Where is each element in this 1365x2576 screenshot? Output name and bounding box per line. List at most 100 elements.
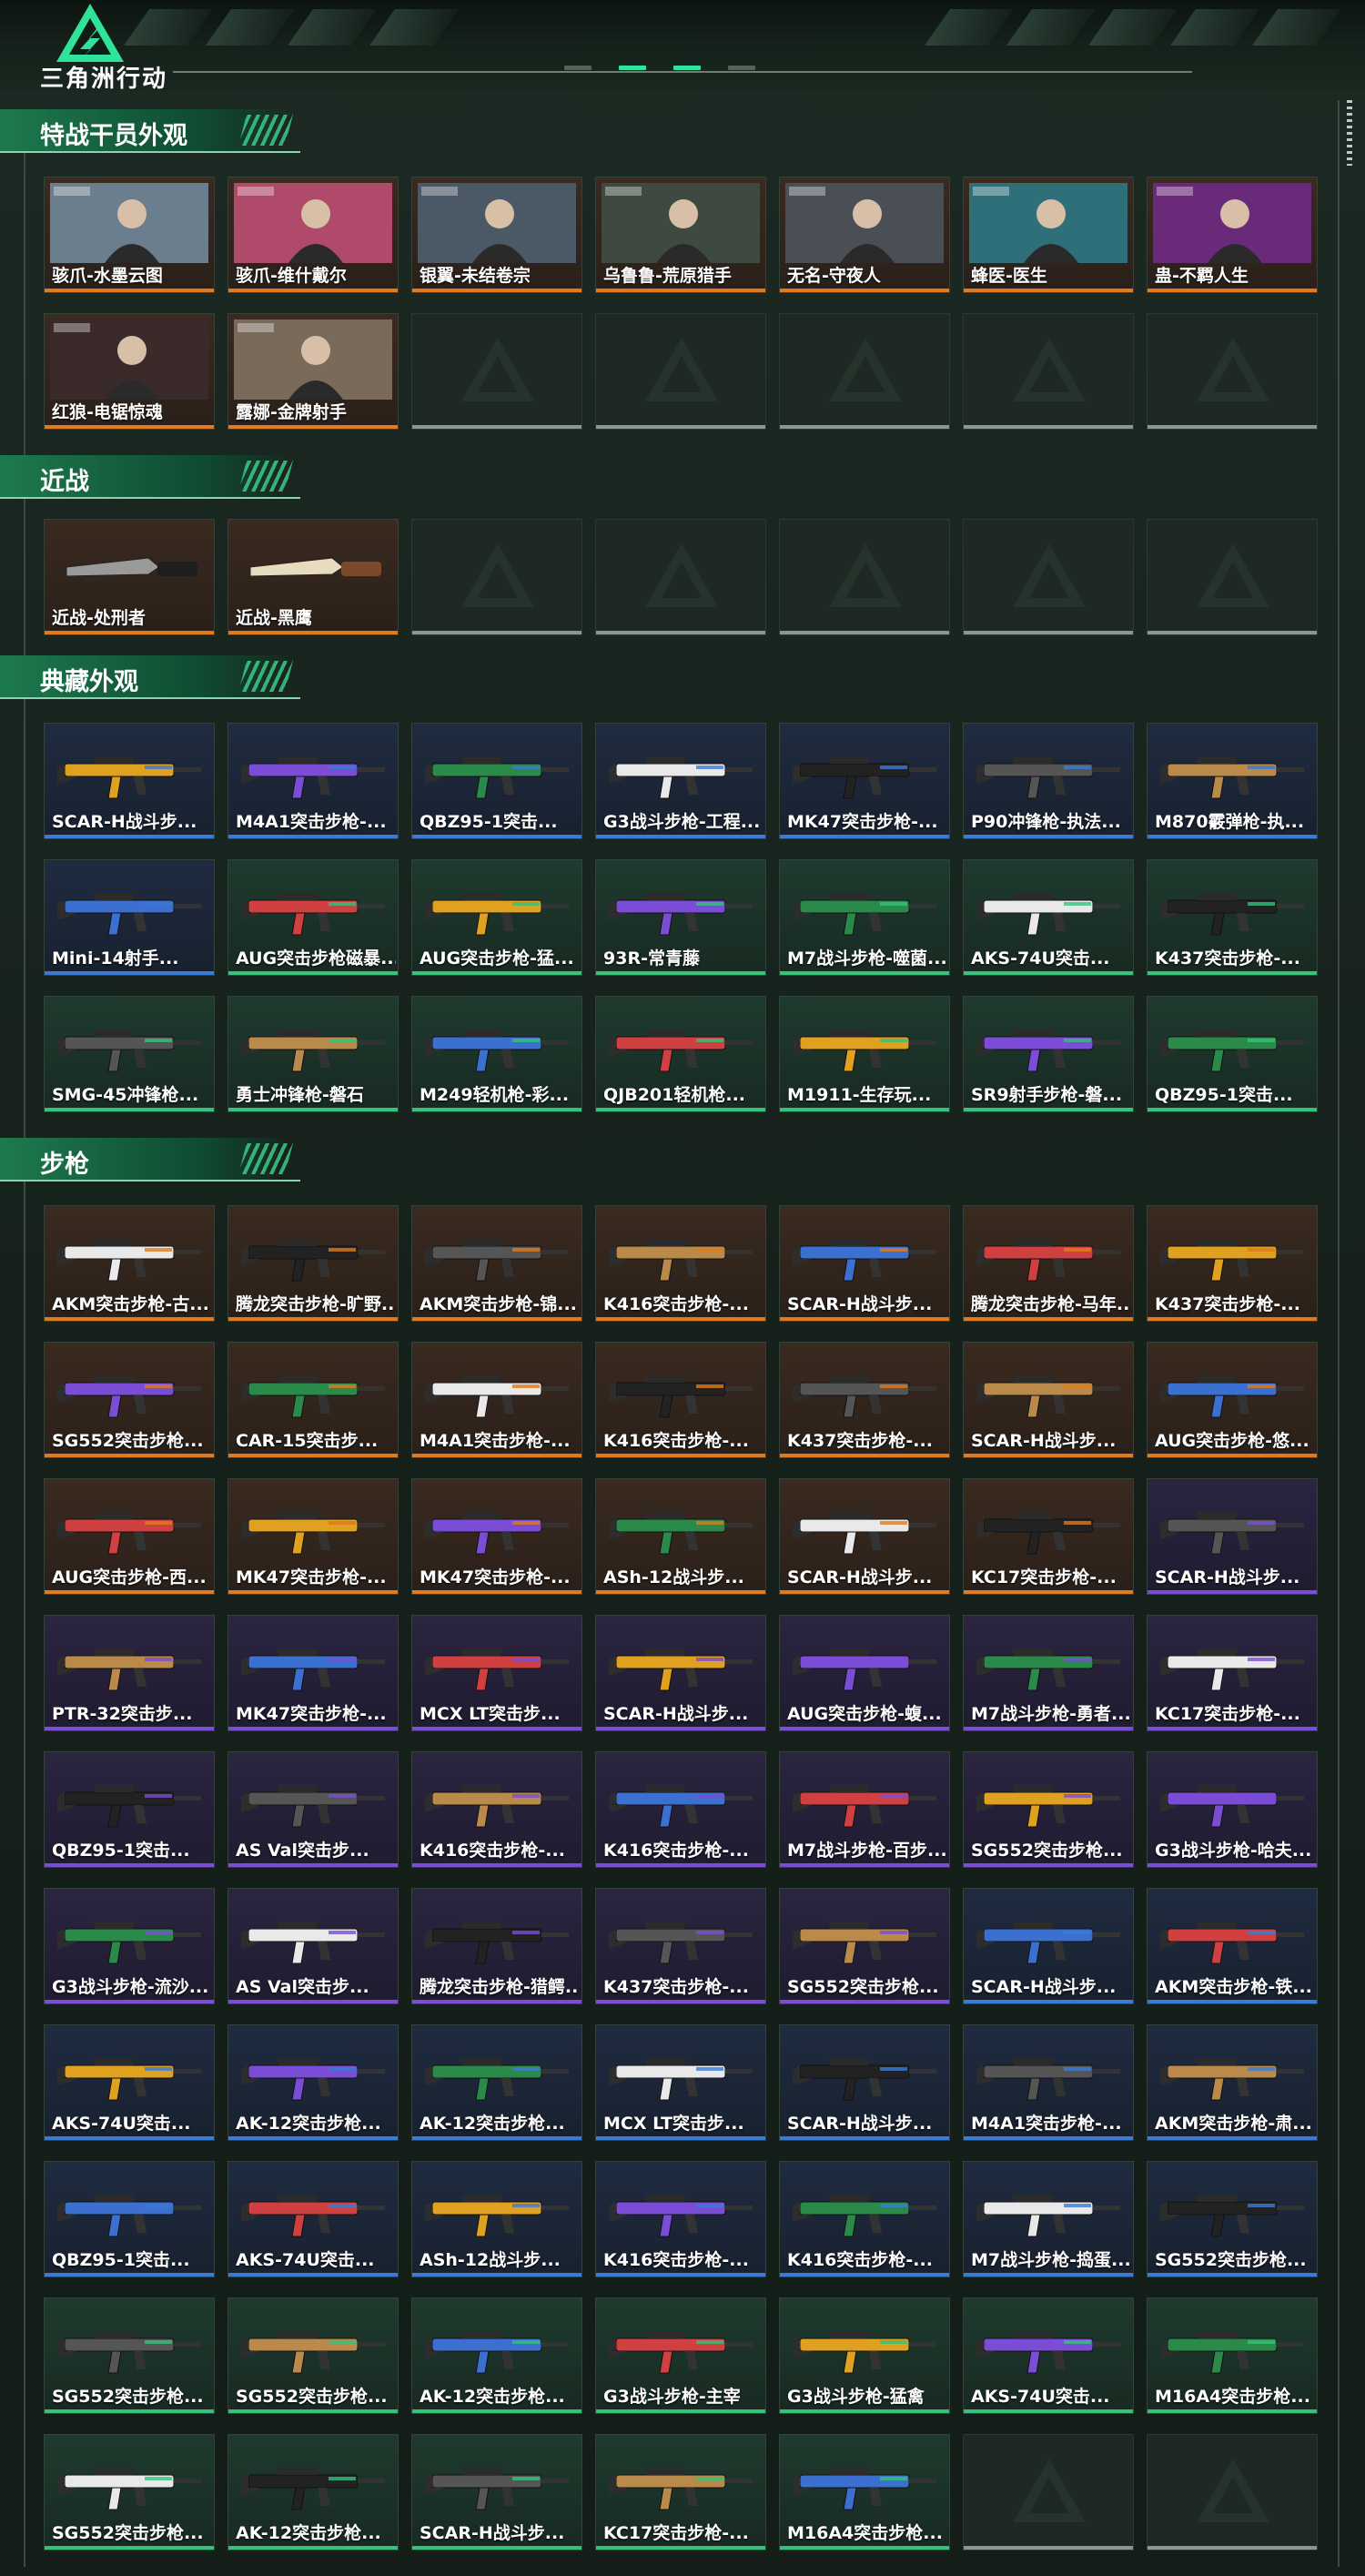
item-card[interactable]: K416突击步枪-...: [411, 1751, 582, 1868]
item-card[interactable]: M7战斗步枪-百步...: [779, 1751, 950, 1868]
item-card[interactable]: SG552突击步枪...: [779, 1888, 950, 2004]
item-card[interactable]: M7战斗步枪-噬菌...: [779, 859, 950, 976]
item-card[interactable]: M16A4突击步枪...: [1147, 2297, 1318, 2414]
item-card[interactable]: M4A1突击步枪-...: [411, 1342, 582, 1458]
item-card[interactable]: SG552突击步枪...: [1147, 2161, 1318, 2277]
item-card[interactable]: AKS-74U突击...: [44, 2024, 215, 2141]
item-card[interactable]: MK47突击步枪-...: [228, 1615, 399, 1731]
item-card[interactable]: 腾龙突击步枪-马年...: [963, 1205, 1134, 1322]
item-card[interactable]: K416突击步枪-...: [595, 1751, 766, 1868]
item-card[interactable]: AUG突击步枪磁暴...: [228, 859, 399, 976]
item-card[interactable]: 银翼-未结卷宗: [411, 177, 582, 293]
item-card[interactable]: 蜂医-医生: [963, 177, 1134, 293]
item-card[interactable]: AUG突击步枪-猛...: [411, 859, 582, 976]
item-card[interactable]: 红狼-电锯惊魂: [44, 313, 215, 430]
item-card[interactable]: SMG-45冲锋枪...: [44, 996, 215, 1112]
item-card[interactable]: Mini-14射手...: [44, 859, 215, 976]
item-card[interactable]: AS Val突击步...: [228, 1751, 399, 1868]
item-card[interactable]: M249轻机枪-彩...: [411, 996, 582, 1112]
item-card[interactable]: K416突击步枪-...: [595, 1342, 766, 1458]
item-card[interactable]: M4A1突击步枪-...: [228, 723, 399, 839]
item-card[interactable]: AK-12突击步枪...: [228, 2434, 399, 2551]
item-card[interactable]: SG552突击步枪...: [44, 2434, 215, 2551]
item-card[interactable]: MCX LT突击步...: [595, 2024, 766, 2141]
item-card[interactable]: SG552突击步枪...: [44, 2297, 215, 2414]
item-card[interactable]: M7战斗步枪-捣蛋...: [963, 2161, 1134, 2277]
item-card[interactable]: SR9射手步枪-磐...: [963, 996, 1134, 1112]
item-card[interactable]: SCAR-H战斗步...: [779, 2024, 950, 2141]
item-card[interactable]: AKM突击步枪-古...: [44, 1205, 215, 1322]
item-card[interactable]: SCAR-H战斗步...: [1147, 1478, 1318, 1595]
item-card[interactable]: SG552突击步枪...: [44, 1342, 215, 1458]
item-card[interactable]: 骇爪-维什戴尔: [228, 177, 399, 293]
item-card[interactable]: CAR-15突击步...: [228, 1342, 399, 1458]
item-card[interactable]: K437突击步枪-...: [1147, 859, 1318, 976]
item-card[interactable]: SCAR-H战斗步...: [595, 1615, 766, 1731]
item-card[interactable]: P90冲锋枪-执法...: [963, 723, 1134, 839]
item-card[interactable]: AUG突击步枪-悠...: [1147, 1342, 1318, 1458]
item-card[interactable]: 腾龙突击步枪-旷野...: [228, 1205, 399, 1322]
item-card[interactable]: K437突击步枪-...: [595, 1888, 766, 2004]
item-card[interactable]: AKS-74U突击...: [228, 2161, 399, 2277]
item-card[interactable]: MCX LT突击步...: [411, 1615, 582, 1731]
item-card[interactable]: G3战斗步枪-猛禽: [779, 2297, 950, 2414]
item-card[interactable]: ASh-12战斗步...: [411, 2161, 582, 2277]
item-card[interactable]: M4A1突击步枪-...: [963, 2024, 1134, 2141]
item-card[interactable]: QBZ95-1突击...: [1147, 996, 1318, 1112]
item-card[interactable]: AKM突击步枪-锦...: [411, 1205, 582, 1322]
item-card[interactable]: 露娜-金牌射手: [228, 313, 399, 430]
item-card[interactable]: 近战-黑鹰: [228, 519, 399, 635]
item-card[interactable]: QBZ95-1突击...: [44, 2161, 215, 2277]
item-card[interactable]: MK47突击步枪-...: [411, 1478, 582, 1595]
item-card[interactable]: AK-12突击步枪...: [228, 2024, 399, 2141]
item-card[interactable]: K416突击步枪-...: [595, 1205, 766, 1322]
item-card[interactable]: SCAR-H战斗步...: [963, 1342, 1134, 1458]
item-card[interactable]: G3战斗步枪-主宰: [595, 2297, 766, 2414]
pager-dot-active[interactable]: [619, 66, 646, 70]
item-card[interactable]: G3战斗步枪-哈夫...: [1147, 1751, 1318, 1868]
item-card[interactable]: SG552突击步枪...: [963, 1751, 1134, 1868]
item-card[interactable]: 蛊-不羁人生: [1147, 177, 1318, 293]
item-card[interactable]: AK-12突击步枪...: [411, 2024, 582, 2141]
item-card[interactable]: K416突击步枪-...: [595, 2161, 766, 2277]
item-card[interactable]: QBZ95-1突击...: [411, 723, 582, 839]
item-card[interactable]: SCAR-H战斗步...: [963, 1888, 1134, 2004]
item-card[interactable]: 勇士冲锋枪-磐石: [228, 996, 399, 1112]
item-card[interactable]: AKS-74U突击...: [963, 859, 1134, 976]
item-card[interactable]: SCAR-H战斗步...: [411, 2434, 582, 2551]
item-card[interactable]: AK-12突击步枪...: [411, 2297, 582, 2414]
item-card[interactable]: SCAR-H战斗步...: [44, 723, 215, 839]
item-card[interactable]: AUG突击步枪-西...: [44, 1478, 215, 1595]
item-card[interactable]: 骇爪-水墨云图: [44, 177, 215, 293]
item-card[interactable]: ASh-12战斗步...: [595, 1478, 766, 1595]
scrollbar[interactable]: [1347, 100, 1352, 166]
item-card[interactable]: AKM突击步枪-肃...: [1147, 2024, 1318, 2141]
item-card[interactable]: G3战斗步枪-工程...: [595, 723, 766, 839]
item-card[interactable]: 93R-常青藤: [595, 859, 766, 976]
item-card[interactable]: AUG突击步枪-蝮...: [779, 1615, 950, 1731]
item-card[interactable]: QBZ95-1突击...: [44, 1751, 215, 1868]
item-card[interactable]: KC17突击步枪-...: [1147, 1615, 1318, 1731]
item-card[interactable]: SG552突击步枪...: [228, 2297, 399, 2414]
item-card[interactable]: G3战斗步枪-流沙...: [44, 1888, 215, 2004]
pager-dot[interactable]: [728, 66, 755, 70]
item-card[interactable]: 无名-守夜人: [779, 177, 950, 293]
item-card[interactable]: K437突击步枪-...: [1147, 1205, 1318, 1322]
item-card[interactable]: AKS-74U突击...: [963, 2297, 1134, 2414]
item-card[interactable]: M1911-生存玩...: [779, 996, 950, 1112]
item-card[interactable]: K437突击步枪-...: [779, 1342, 950, 1458]
item-card[interactable]: AS Val突击步...: [228, 1888, 399, 2004]
item-card[interactable]: PTR-32突击步...: [44, 1615, 215, 1731]
pager-dot-active[interactable]: [673, 66, 701, 70]
item-card[interactable]: KC17突击步枪-...: [963, 1478, 1134, 1595]
item-card[interactable]: SCAR-H战斗步...: [779, 1478, 950, 1595]
item-card[interactable]: MK47突击步枪-...: [779, 723, 950, 839]
item-card[interactable]: AKM突击步枪-铁...: [1147, 1888, 1318, 2004]
item-card[interactable]: KC17突击步枪-...: [595, 2434, 766, 2551]
item-card[interactable]: QJB201轻机枪...: [595, 996, 766, 1112]
item-card[interactable]: 近战-处刑者: [44, 519, 215, 635]
item-card[interactable]: M870霰弹枪-执...: [1147, 723, 1318, 839]
item-card[interactable]: M16A4突击步枪...: [779, 2434, 950, 2551]
item-card[interactable]: MK47突击步枪-...: [228, 1478, 399, 1595]
item-card[interactable]: K416突击步枪-...: [779, 2161, 950, 2277]
